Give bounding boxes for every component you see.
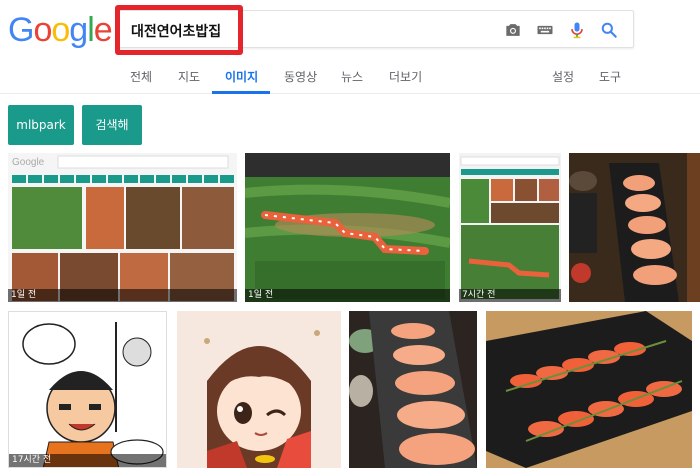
tab-all[interactable]: 전체 — [130, 68, 152, 85]
logo-letter: o — [51, 11, 70, 49]
search-tabs: 전체 지도 이미지 동영상 뉴스 더보기 설정 도구 — [0, 62, 700, 94]
google-logo[interactable]: Google — [8, 10, 113, 50]
image-time-label: 7시간 전 — [459, 289, 561, 302]
image-result[interactable]: 17시간 전 — [8, 311, 167, 468]
image-time-label: 17시간 전 — [9, 454, 166, 467]
tab-videos[interactable]: 동영상 — [284, 68, 317, 85]
keyboard-icon[interactable] — [535, 20, 555, 40]
microphone-icon[interactable] — [567, 20, 587, 40]
image-result[interactable] — [177, 311, 341, 468]
tab-images[interactable]: 이미지 — [225, 68, 258, 85]
related-chip-search[interactable]: 검색해 — [82, 105, 142, 145]
tab-more[interactable]: 더보기 — [389, 68, 422, 85]
tab-maps[interactable]: 지도 — [178, 68, 200, 85]
query-highlight-annotation — [115, 5, 243, 55]
image-thumbnail: Google — [8, 153, 237, 302]
active-tab-indicator — [212, 91, 270, 94]
logo-letter: e — [93, 11, 113, 49]
tab-settings[interactable]: 설정 — [552, 68, 574, 85]
image-result[interactable]: Google 1일 전 — [8, 153, 237, 302]
tab-tools[interactable]: 도구 — [599, 68, 621, 85]
image-thumbnail — [349, 311, 477, 468]
logo-letter: o — [33, 11, 52, 49]
image-thumbnail — [459, 153, 561, 302]
image-result[interactable]: 7시간 전 — [459, 153, 561, 302]
image-result[interactable]: 1일 전 — [245, 153, 450, 302]
image-thumbnail — [486, 311, 692, 468]
logo-letter: g — [69, 11, 88, 49]
image-thumbnail — [569, 153, 700, 302]
image-time-label: 1일 전 — [245, 289, 450, 302]
related-chip-mlbpark[interactable]: mlbpark — [8, 105, 74, 145]
svg-text:Google: Google — [12, 157, 45, 168]
image-result[interactable] — [569, 153, 700, 302]
image-thumbnail — [9, 312, 166, 467]
search-icon[interactable] — [599, 20, 619, 40]
logo-letter: G — [8, 11, 34, 49]
tab-news[interactable]: 뉴스 — [341, 68, 363, 85]
image-thumbnail — [245, 153, 450, 302]
image-thumbnail — [177, 311, 341, 468]
image-result[interactable] — [349, 311, 477, 468]
image-result[interactable] — [486, 311, 692, 468]
image-time-label: 1일 전 — [8, 289, 237, 302]
camera-icon[interactable] — [503, 20, 523, 40]
